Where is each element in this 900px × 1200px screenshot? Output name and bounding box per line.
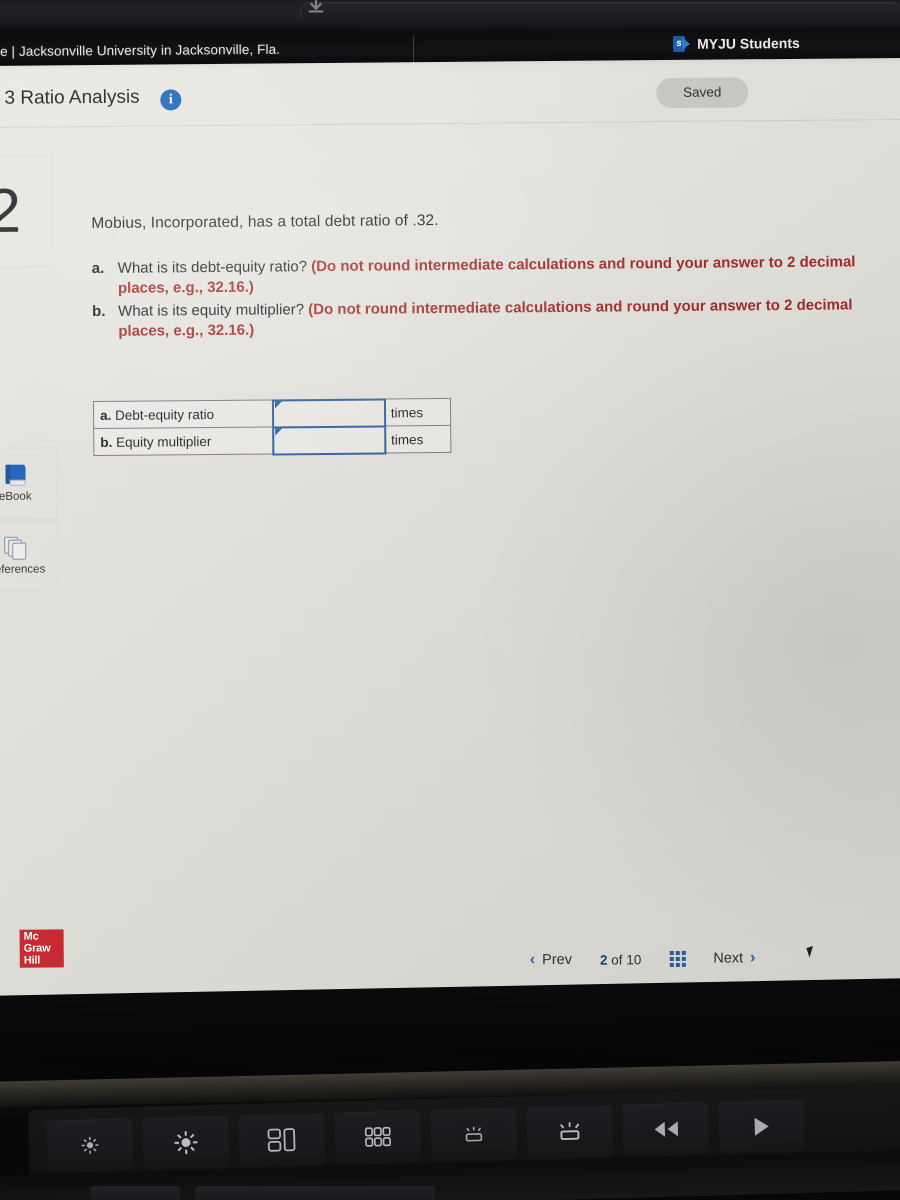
bookmark-label: MYJU Students (697, 35, 801, 52)
keyboard-brightness-down-icon[interactable] (430, 1107, 518, 1162)
references-icon (3, 536, 28, 560)
mission-control-icon[interactable] (238, 1112, 326, 1168)
pagination-controls: ‹ Prev 2 of 10 Next › (530, 949, 756, 969)
chevron-left-icon: ‹ (529, 951, 536, 969)
answer-unit-b: times (384, 425, 451, 454)
next-label: Next (713, 950, 744, 967)
question-number: 2 (0, 176, 22, 246)
row-letter: b. (100, 434, 113, 450)
launchpad-icon[interactable] (334, 1110, 422, 1165)
sharepoint-arrow (682, 37, 691, 50)
table-row: b. Equity multiplier times (93, 425, 451, 456)
brand-line-1: Mc (23, 930, 39, 943)
page-indicator: 2 of 10 (600, 952, 641, 967)
brand-line-3: Hill (23, 954, 41, 967)
bookmark-myju-students[interactable]: s MYJU Students (673, 35, 800, 52)
question-part-a: a. What is its debt-equity ratio? (Do no… (92, 252, 872, 299)
question-number-box: 2 (0, 155, 54, 269)
ebook-button[interactable]: eBook (0, 447, 58, 521)
part-letter: a. (91, 259, 105, 278)
keycap (90, 1186, 180, 1200)
info-icon[interactable]: i (160, 89, 182, 111)
chevron-right-icon: › (750, 949, 756, 967)
part-letter: b. (92, 302, 106, 320)
part-text: What is its equity multiplier? (Do not r… (118, 295, 872, 342)
screen-lid-edge (300, 2, 900, 18)
answer-input-cell-a[interactable] (271, 398, 386, 429)
download-icon[interactable] (305, 0, 327, 16)
mouse-cursor (806, 945, 817, 958)
part-prompt: What is its debt-equity ratio? (117, 258, 312, 277)
references-label: References (0, 562, 46, 576)
page-current: 2 (599, 952, 608, 968)
prev-button[interactable]: ‹ Prev (530, 951, 572, 969)
row-letter: a. (99, 407, 112, 423)
row-label: Debt-equity ratio (111, 406, 215, 423)
mcgraw-hill-logo: Mc Graw Hill (19, 929, 64, 968)
brightness-up-icon[interactable] (142, 1115, 230, 1170)
play-icon[interactable] (718, 1099, 806, 1154)
answer-row-label-a: a. Debt-equity ratio (93, 399, 273, 429)
web-page: er 3 Ratio Analysis i Saved 2 ts eBook R… (0, 57, 900, 1004)
part-text: What is its debt-equity ratio? (Do not r… (118, 252, 872, 299)
laptop-photo: e | Jacksonville University in Jacksonvi… (0, 0, 900, 1200)
answer-input-b[interactable] (271, 425, 386, 456)
keycap (195, 1186, 435, 1200)
brand-line-2: Graw (23, 942, 51, 955)
assignment-header: er 3 Ratio Analysis i Saved (0, 57, 900, 128)
page-total: 10 (626, 951, 642, 967)
page-of: of (611, 951, 623, 968)
keyboard-brightness-up-icon[interactable] (526, 1104, 614, 1160)
rewind-icon[interactable] (622, 1102, 710, 1157)
row-label: Equity multiplier (112, 433, 212, 450)
sharepoint-logo-icon: s (673, 35, 691, 52)
answer-row-label-b: b. Equity multiplier (93, 426, 273, 456)
question-grid-icon[interactable] (669, 950, 686, 968)
brightness-down-icon[interactable] (46, 1118, 134, 1173)
prev-label: Prev (542, 951, 573, 969)
status-badge-saved: Saved (656, 77, 749, 109)
answer-unit-a: times (384, 398, 451, 427)
question-rail: 2 ts eBook References (0, 127, 80, 1004)
answer-table: a. Debt-equity ratio times b. Equity mul… (92, 397, 452, 457)
ebook-label: eBook (0, 490, 32, 503)
part-prompt: What is its equity multiplier? (118, 300, 309, 320)
question-parts: a. What is its debt-equity ratio? (Do no… (92, 252, 873, 342)
references-button[interactable]: References (0, 519, 59, 593)
table-row: a. Debt-equity ratio times (93, 398, 451, 429)
answer-input-cell-b[interactable] (271, 425, 386, 456)
next-button[interactable]: Next › (713, 949, 755, 967)
answer-input-a[interactable] (271, 398, 386, 429)
page-title: er 3 Ratio Analysis (0, 86, 140, 109)
question-stem: Mobius, Incorporated, has a total debt r… (91, 212, 439, 233)
question-part-b: b. What is its equity multiplier? (Do no… (92, 295, 872, 342)
ebook-icon (3, 464, 27, 487)
question-body: Mobius, Incorporated, has a total debt r… (91, 208, 872, 344)
